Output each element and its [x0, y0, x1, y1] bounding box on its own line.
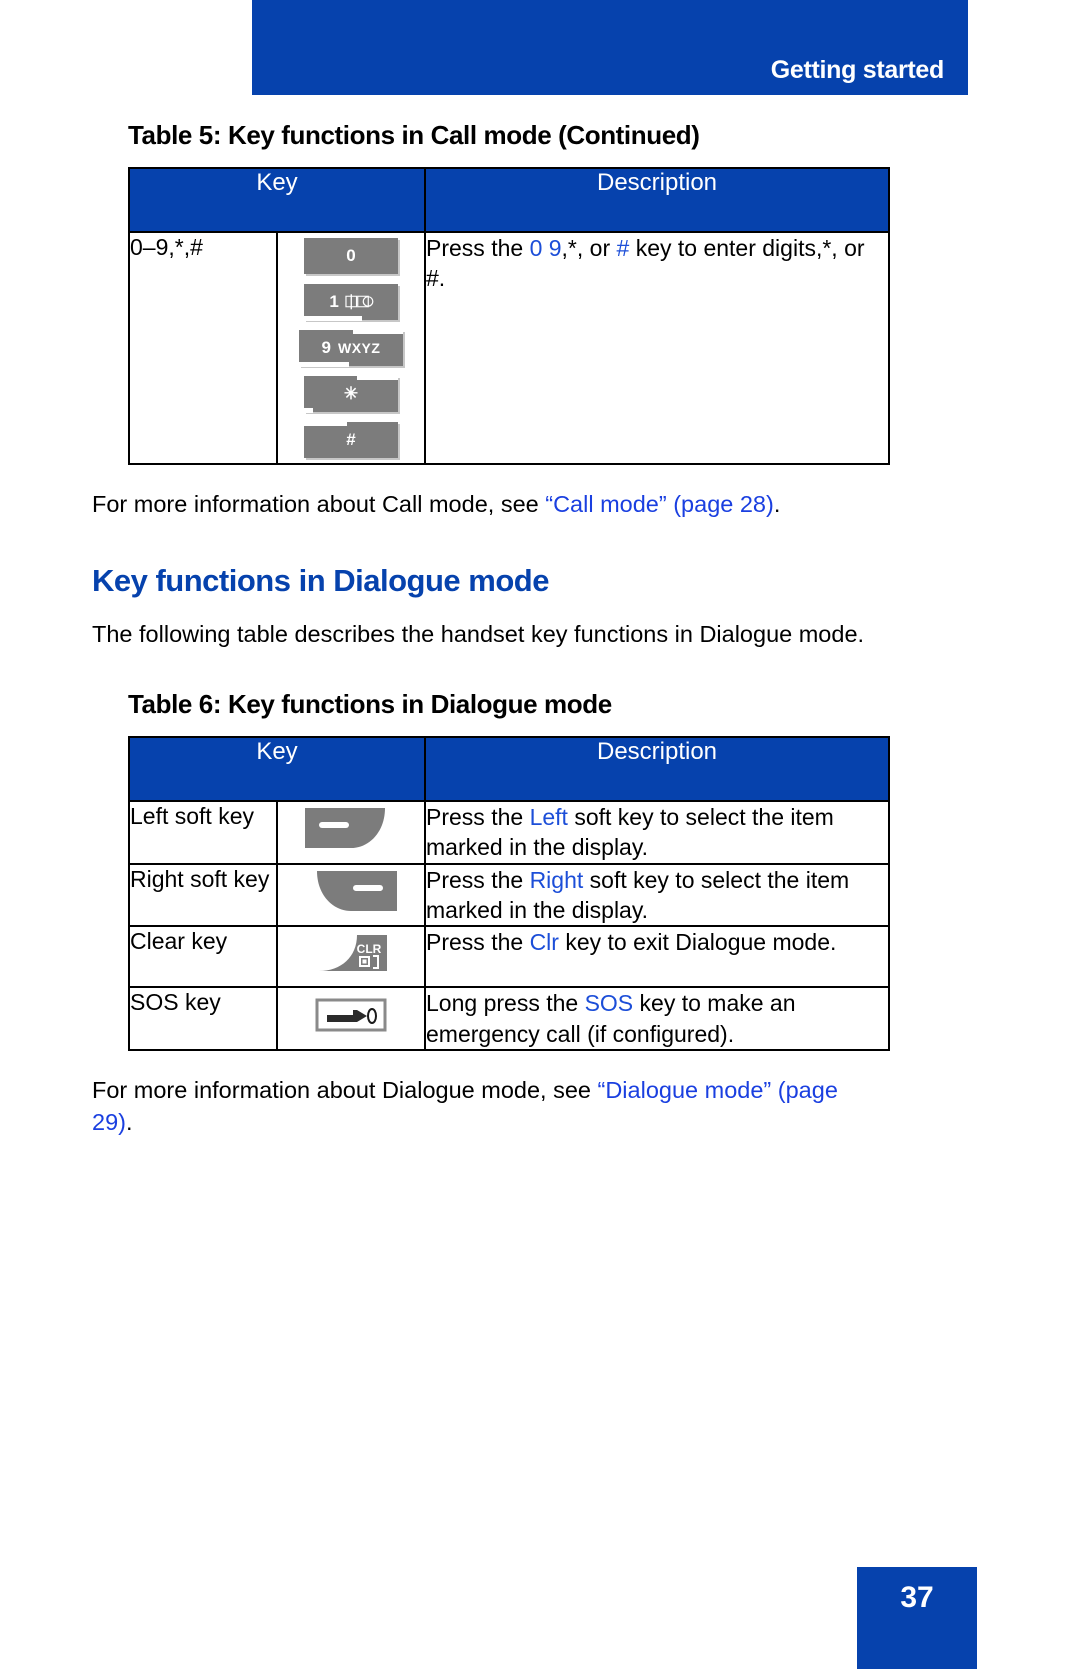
key-hash-label: # [346, 430, 356, 449]
key-9-label: 9 [321, 338, 331, 357]
page-number-block: 37 [857, 1567, 977, 1669]
table-row: Right soft key Press the Right soft key … [128, 862, 891, 928]
table6-row1-key: Right soft key [128, 862, 278, 928]
table6: Key Description Left soft key Press the … [127, 735, 891, 1052]
table6-row3-icon-cell [275, 986, 427, 1052]
table6-row0-key: Left soft key [128, 799, 278, 865]
table6-row0-icon-cell [275, 799, 427, 865]
desc-part: key to exit Dialogue mode. [558, 929, 837, 956]
paragraph-call-mode-text: For more information about Call mode, se… [92, 491, 546, 517]
paragraph-call-mode-period: . [773, 491, 781, 517]
desc-part: Press the [426, 929, 530, 956]
left-soft-key-icon [299, 807, 403, 860]
key-star-notch-top [356, 375, 398, 380]
desc-part-clr: Clr [529, 929, 559, 956]
sos-key-icon [299, 998, 403, 1046]
table6-row3-description: Long press the SOS key to make an emerge… [424, 986, 891, 1052]
section-heading-dialogue-mode: Key functions in Dialogue mode [92, 562, 549, 598]
table-row: Left soft key Press the Left soft key to… [128, 799, 891, 865]
desc-part: Press the [426, 235, 530, 261]
paragraph-intro: The following table describes the handse… [92, 620, 865, 647]
paragraph-dialogue-mode-period: . [125, 1109, 133, 1136]
paragraph-dialogue-mode: For more information about Dialogue mode… [92, 1075, 882, 1139]
link-call-mode[interactable]: “Call mode” (page 28) [545, 491, 774, 517]
page-header-band: Getting started [252, 0, 968, 95]
table6-row2-icon-cell: CLR [275, 925, 427, 989]
key-9-notch-bottom [299, 362, 349, 367]
table6-row1-icon-cell [275, 862, 427, 928]
desc-part-hash-key: # [616, 235, 630, 261]
table6-row1-description: Press the Right soft key to select the i… [424, 862, 891, 928]
table6-row0-description: Press the Left soft key to select the it… [424, 799, 891, 865]
table-row: SOS key Long press the SOS key to make a… [128, 986, 891, 1052]
clear-key-icon-label: CLR [357, 942, 382, 956]
right-soft-key-icon [299, 870, 403, 923]
desc-part: Press the [426, 866, 530, 893]
key-9-icon: 9 WXYZ [299, 329, 403, 367]
table5-row0-description: Press the 0 9,*, or # key to enter digit… [424, 231, 891, 465]
table6-row2-description: Press the Clr key to exit Dialogue mode. [424, 925, 891, 989]
table6-col-description: Description [424, 735, 891, 802]
key-1-notch [304, 316, 363, 321]
table5: Key Description 0–9,*,# 0 1 ⎅⎄ 9 WXYZ ✳ … [127, 167, 891, 465]
table6-row2-key: Clear key [128, 925, 278, 989]
table5-col-description: Description [424, 167, 891, 233]
key-star-icon: ✳ [304, 375, 398, 413]
clear-key-icon: CLR [299, 935, 403, 985]
table6-row3-key: SOS key [128, 986, 278, 1052]
key-0-label: 0 [346, 246, 356, 265]
desc-part: Long press the [426, 990, 585, 1017]
desc-part-sos: SOS [584, 990, 634, 1017]
table-row: Clear key CLR Press the Clr key to exit … [128, 925, 891, 989]
table-row: 0–9,*,# 0 1 ⎅⎄ 9 WXYZ ✳ # Press the 0 9,… [128, 231, 891, 465]
table5-col-key: Key [127, 167, 427, 233]
paragraph-dialogue-mode-text: For more information about Dialogue mode… [92, 1077, 598, 1104]
page-header-title: Getting started [770, 56, 945, 84]
table5-row0-key: 0–9,*,# [128, 231, 278, 465]
table6-header-row: Key Description [127, 735, 891, 802]
key-1-voicemail-glyph: ⎅⎄ [344, 294, 374, 311]
key-1-label: 1 [329, 292, 339, 311]
key-star-notch-bottom [304, 408, 314, 413]
paragraph-call-mode: For more information about Call mode, se… [92, 489, 882, 521]
desc-part-right: Right [529, 866, 584, 893]
key-hash-icon: # [304, 421, 398, 458]
desc-part: Press the [426, 803, 530, 830]
table5-caption: Table 5: Key functions in Call mode (Con… [128, 120, 700, 150]
key-0-icon: 0 [304, 238, 398, 274]
desc-part-0-key: 0 [529, 235, 543, 261]
page-content: Table 5: Key functions in Call mode (Con… [92, 120, 992, 1139]
page-number: 37 [900, 1581, 934, 1614]
key-hash-notch-top [304, 421, 348, 426]
key-9-notch-top [353, 329, 403, 334]
key-star-label: ✳ [343, 384, 359, 403]
desc-part-left: Left [529, 803, 568, 830]
key-1-icon: 1 ⎅⎄ [304, 284, 398, 321]
table6-col-key: Key [127, 735, 427, 802]
desc-part-9-key: 9 [548, 235, 562, 261]
table5-header-row: Key Description [127, 167, 891, 233]
table6-caption: Table 6: Key functions in Dialogue mode [128, 688, 612, 719]
desc-part: ,*, or [561, 235, 617, 261]
key-9-letters: WXYZ [338, 340, 381, 356]
link-dialogue-mode[interactable]: “Dialogue mode” [598, 1077, 772, 1103]
table5-row0-key-images: 0 1 ⎅⎄ 9 WXYZ ✳ # [275, 231, 427, 465]
